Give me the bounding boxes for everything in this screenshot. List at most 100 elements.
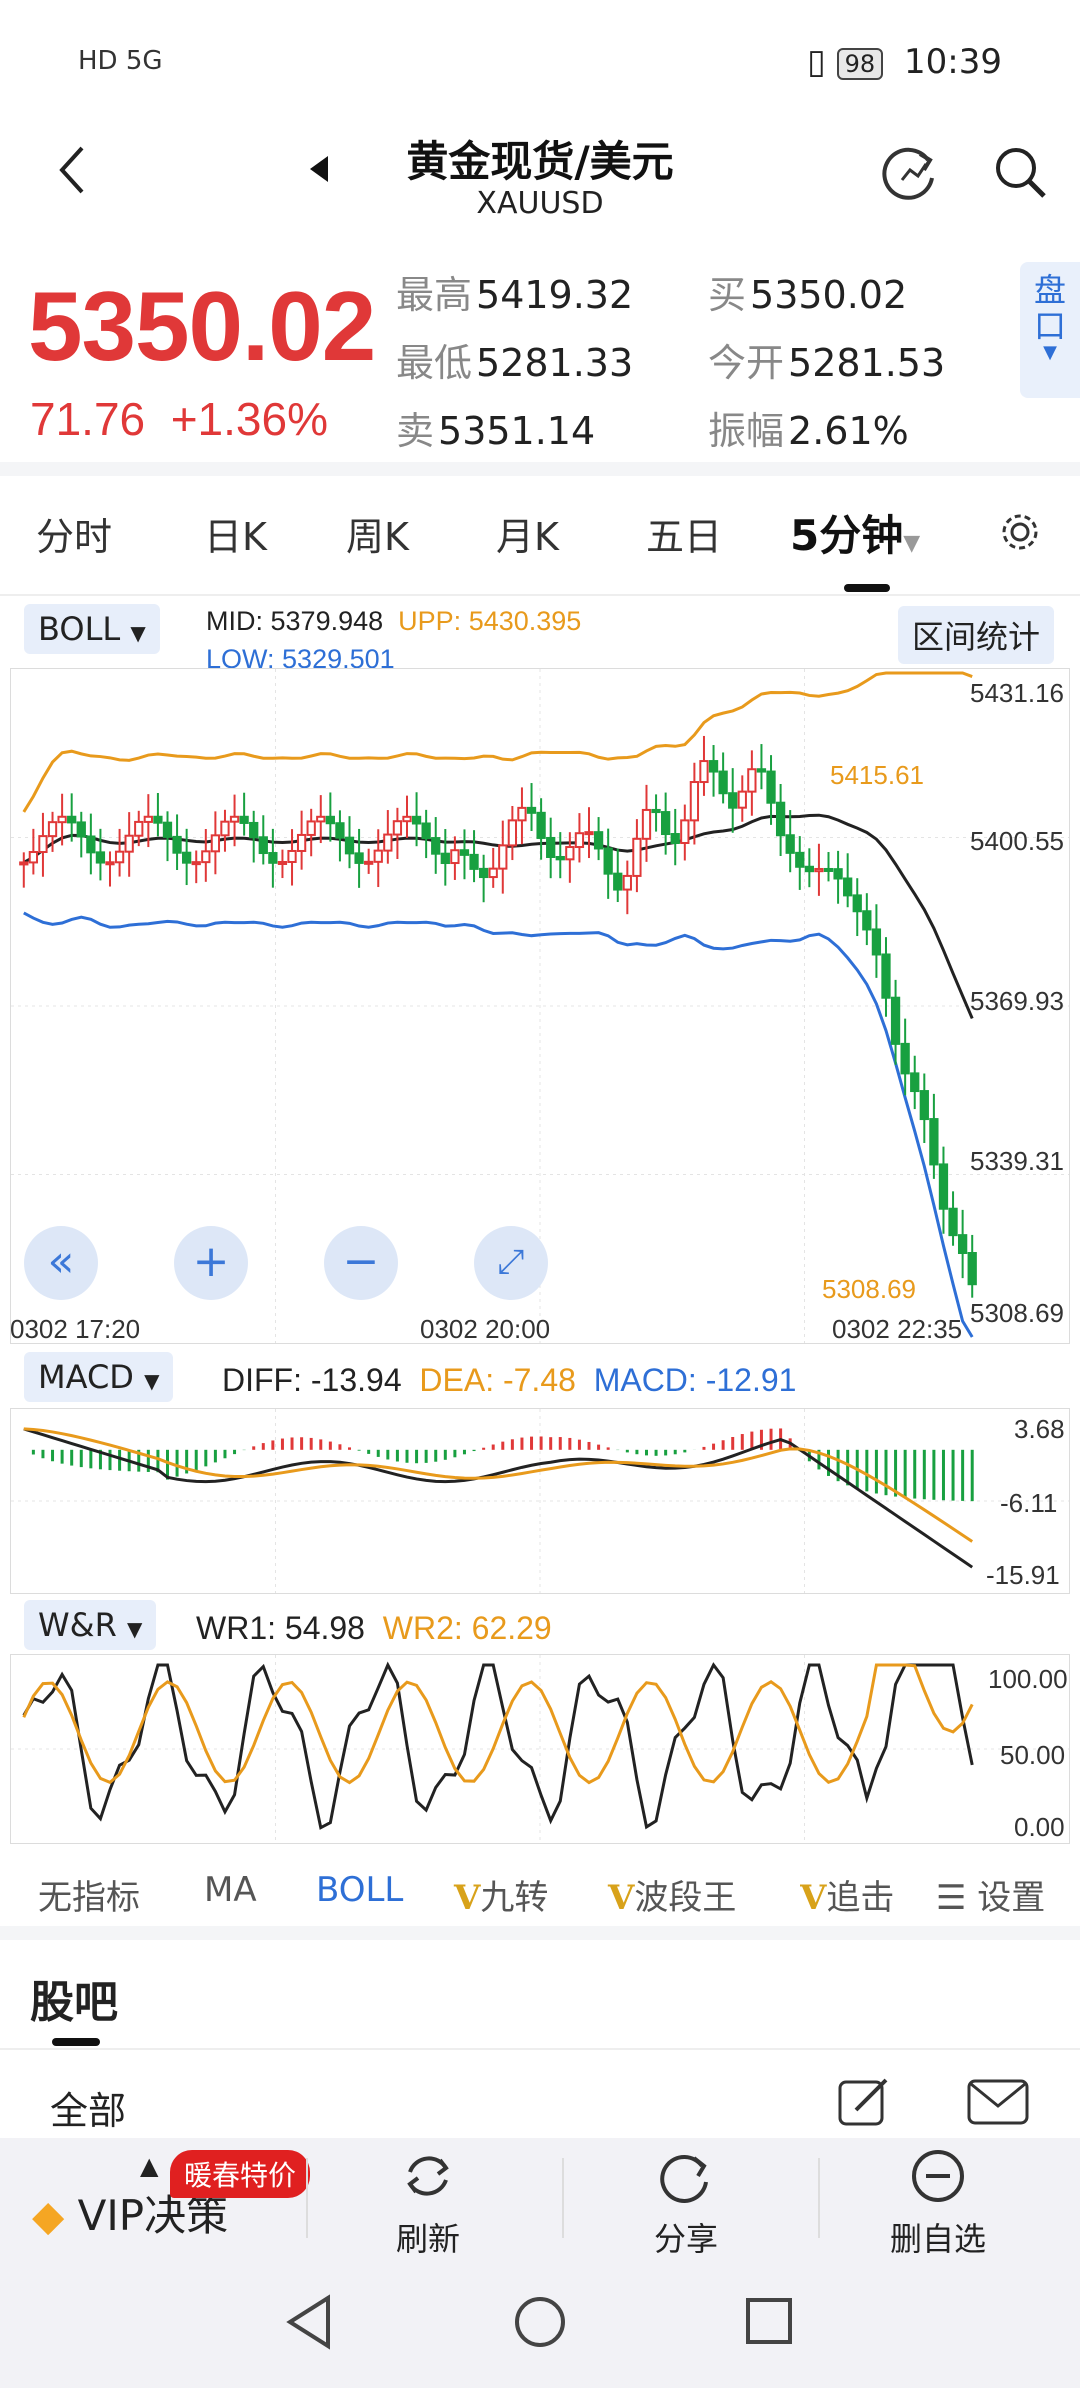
- candle-body: [526, 806, 537, 814]
- candle-body: [38, 835, 48, 854]
- stat-open: 今开 5281.53: [708, 341, 946, 385]
- upper-band-line: [22, 671, 973, 813]
- ind-settings-button[interactable]: ☰ 设置: [930, 1870, 1046, 1919]
- scroll-left-button[interactable]: «: [24, 1226, 98, 1300]
- macd-chart[interactable]: [11, 1409, 1069, 1593]
- candle-body: [890, 996, 901, 1045]
- tab-daily-k[interactable]: 日K: [204, 506, 267, 561]
- candle-body: [19, 861, 29, 866]
- main-indicator-select[interactable]: BOLL ▼: [24, 604, 160, 654]
- candle-body: [296, 833, 307, 852]
- candle-body: [689, 781, 700, 822]
- low-annotation: 5308.69: [822, 1274, 916, 1304]
- macd-legend: DIFF: -13.94 DEA: -7.48 MACD: -12.91: [222, 1362, 797, 1398]
- guba-filter-all[interactable]: 全部: [50, 2080, 126, 2135]
- mid-band-line: [23, 813, 974, 1020]
- candle-body: [900, 1042, 910, 1075]
- candle-body: [670, 833, 680, 845]
- candle-body: [507, 819, 518, 847]
- change-value: 71.76: [30, 393, 146, 445]
- candle-body: [239, 815, 249, 824]
- tab-weekly-k[interactable]: 周K: [346, 506, 409, 561]
- settings-list-icon: ☰: [936, 1878, 967, 1918]
- candle-body: [287, 849, 297, 863]
- ind-tab-nine[interactable]: V九转: [454, 1870, 548, 1919]
- search-button[interactable]: [990, 142, 1050, 206]
- high-annotation: 5415.61: [830, 760, 924, 790]
- remove-watchlist-button[interactable]: 删自选: [890, 2146, 986, 2260]
- vibrate-icon: ▯: [807, 42, 826, 82]
- chart-settings-button[interactable]: [998, 510, 1042, 563]
- wr1-line: [22, 1661, 974, 1830]
- diff-line: [23, 1427, 974, 1569]
- gear-icon: [1002, 514, 1038, 550]
- stat-sell: 卖 5351.14: [396, 409, 596, 453]
- y-tick: 5369.93: [970, 986, 1064, 1016]
- ind-tab-chase[interactable]: V追击: [800, 1870, 924, 1919]
- candle-body: [392, 820, 403, 836]
- candle-body: [316, 815, 326, 823]
- candle-body: [613, 872, 623, 891]
- tab-5min[interactable]: 5分钟▼: [790, 502, 920, 563]
- ind-tab-ma[interactable]: MA: [204, 1870, 257, 1910]
- candle-body: [440, 852, 450, 865]
- vip-v-icon: V: [454, 1878, 481, 1918]
- refresh-circle-icon: [882, 147, 934, 200]
- macd-panel: [10, 1408, 1070, 1594]
- nav-home-icon[interactable]: [512, 2294, 568, 2350]
- candle-body: [680, 819, 690, 845]
- candle-body: [383, 833, 393, 852]
- ind-tab-none[interactable]: 无指标: [38, 1870, 140, 1919]
- x-tick: 0302 20:00: [420, 1314, 551, 1344]
- vip-v-icon: V: [608, 1878, 635, 1918]
- y-tick: 50.00: [1000, 1740, 1066, 1770]
- share-icon: [660, 2155, 708, 2203]
- promo-badge: 暖春特价: [170, 2150, 311, 2198]
- candle-body: [325, 815, 335, 825]
- zoom-out-button[interactable]: −: [324, 1226, 398, 1300]
- candle-body: [622, 874, 632, 891]
- ind-tab-boll[interactable]: BOLL: [316, 1870, 403, 1910]
- compose-post-button[interactable]: [836, 2074, 892, 2134]
- range-stat-button[interactable]: 区间统计: [898, 606, 1055, 664]
- nav-back-icon[interactable]: [284, 2294, 334, 2350]
- minus-icon: −: [342, 1236, 380, 1287]
- stat-high: 最高 5419.32: [396, 273, 634, 317]
- candle-body: [737, 790, 747, 809]
- candle-body: [210, 834, 221, 853]
- caret-down-icon: ▼: [130, 621, 146, 645]
- tab-intraday[interactable]: 分时: [36, 506, 112, 561]
- pankou-label: 盘口: [1033, 271, 1066, 345]
- edit-icon: [838, 2078, 888, 2126]
- tab-monthly-k[interactable]: 月K: [496, 506, 559, 561]
- tab-five-day[interactable]: 五日: [646, 506, 722, 561]
- candle-body: [938, 1163, 949, 1210]
- y-tick: 3.68: [1014, 1414, 1065, 1444]
- active-tab-indicator: [844, 584, 890, 592]
- zoom-in-button[interactable]: +: [174, 1226, 248, 1300]
- candle-body: [967, 1252, 977, 1286]
- guba-title: 股吧: [30, 1977, 118, 2028]
- nav-recents-icon[interactable]: [744, 2296, 794, 2346]
- refresh-button[interactable]: 刷新: [396, 2146, 460, 2260]
- candle-body: [124, 834, 134, 853]
- candle-body: [134, 820, 144, 837]
- search-icon: [996, 148, 1046, 198]
- ind-tab-band[interactable]: V波段王: [608, 1870, 736, 1919]
- pankou-button[interactable]: 盘口 ▼: [1020, 262, 1080, 398]
- y-tick: 0.00: [1014, 1812, 1065, 1842]
- wr-indicator-select[interactable]: W&R ▼: [24, 1600, 157, 1650]
- fullscreen-button[interactable]: ⤢: [474, 1226, 548, 1300]
- candle-body: [335, 822, 345, 839]
- candle-body: [536, 811, 546, 839]
- y-tick: 5308.69: [970, 1298, 1064, 1328]
- messages-button[interactable]: [966, 2078, 1030, 2130]
- share-refresh-button[interactable]: [880, 140, 944, 208]
- macd-indicator-select[interactable]: MACD ▼: [24, 1352, 174, 1402]
- caret-down-icon: ▼: [1043, 342, 1057, 363]
- vip-v-icon: V: [800, 1878, 827, 1918]
- candle-body: [603, 847, 613, 875]
- wr-chart[interactable]: [11, 1655, 1069, 1843]
- share-button[interactable]: 分享: [654, 2146, 718, 2260]
- candle-body: [661, 811, 671, 836]
